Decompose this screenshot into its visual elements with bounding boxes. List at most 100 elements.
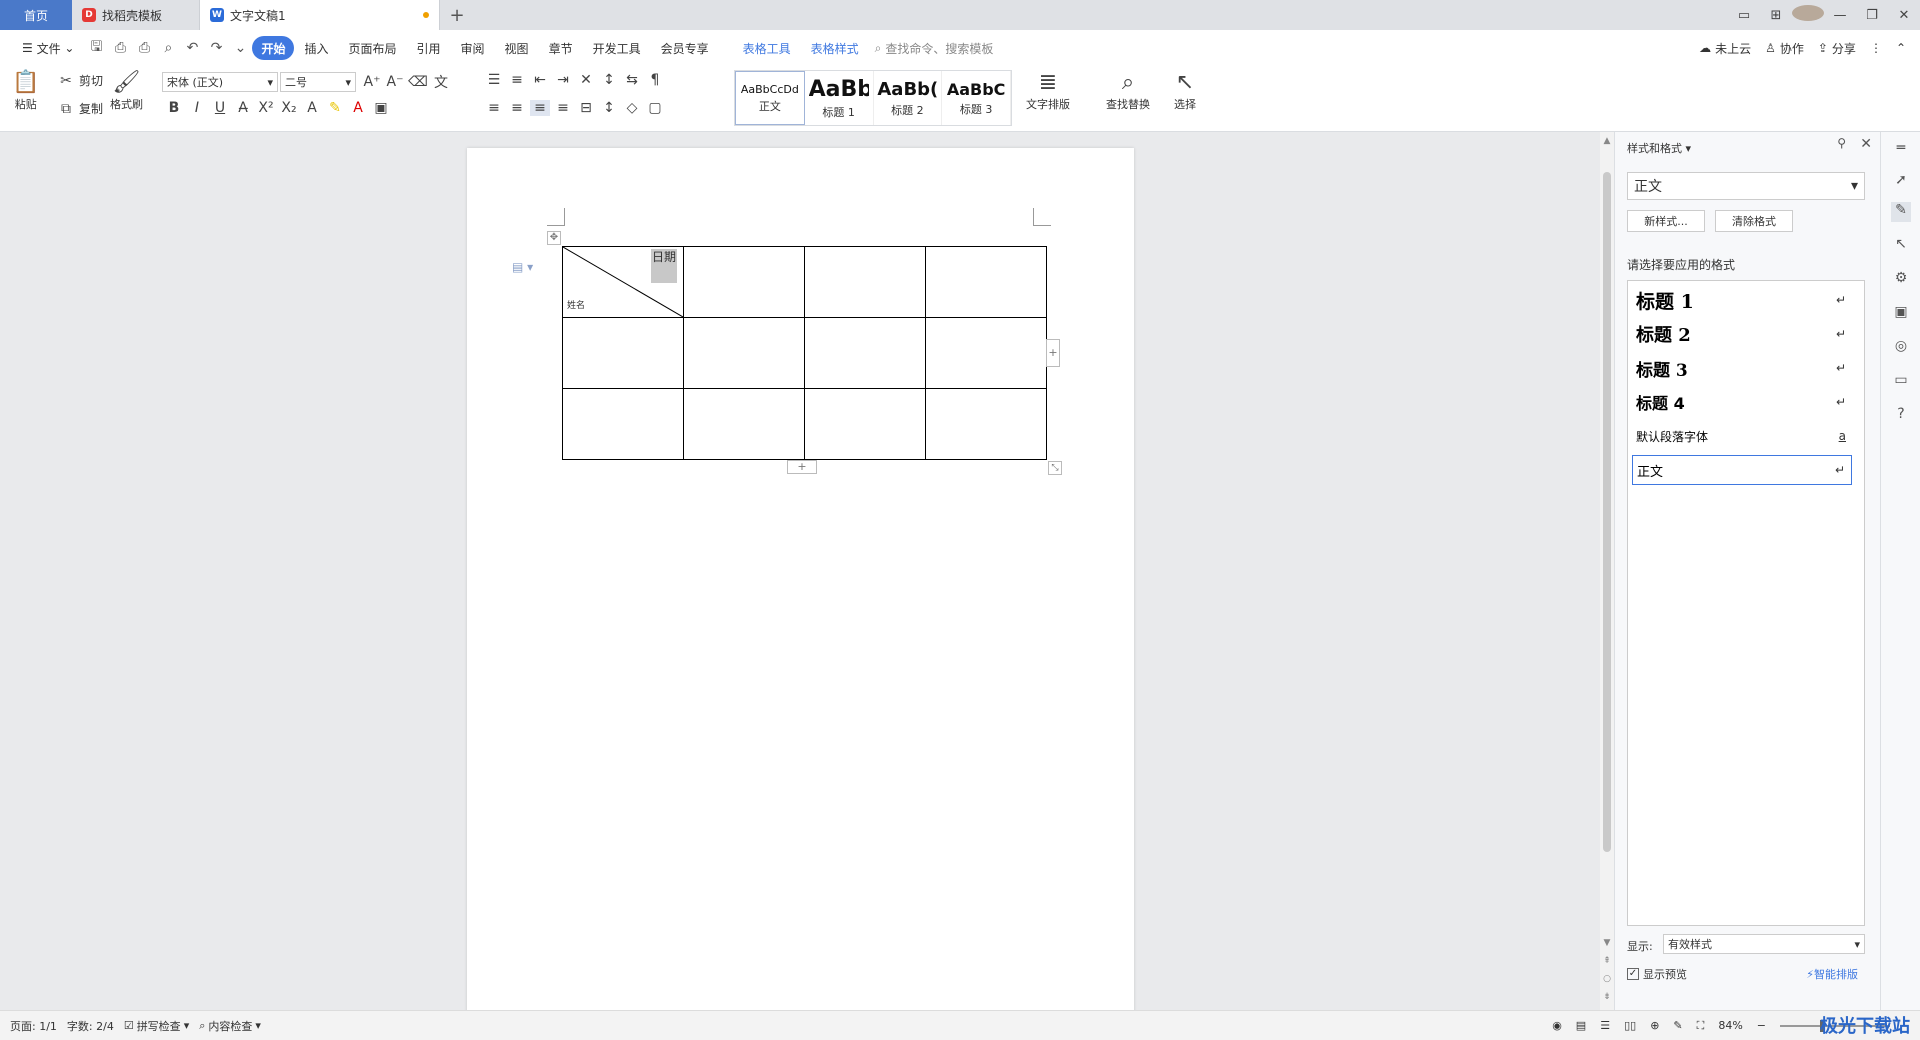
select-browse-icon[interactable]: ○ bbox=[1600, 974, 1614, 984]
scroll-down-icon[interactable]: ▼ bbox=[1600, 938, 1614, 948]
style-list-item[interactable]: 标题 4 ↵ bbox=[1632, 387, 1852, 417]
border-icon[interactable]: ▢ bbox=[645, 100, 665, 116]
prev-page-icon[interactable]: ⇞ bbox=[1600, 956, 1614, 966]
zoom-level[interactable]: 84% bbox=[1718, 1019, 1742, 1032]
style-pen-icon[interactable]: ✎ bbox=[1891, 202, 1911, 222]
table-cell[interactable] bbox=[804, 246, 926, 318]
style-heading-2[interactable]: AaBb( 标题 2 bbox=[874, 71, 943, 125]
grow-font-icon[interactable]: A⁺ bbox=[362, 74, 382, 90]
table-resize-handle[interactable]: ⤡ bbox=[1048, 461, 1062, 475]
write-view-icon[interactable]: ✎ bbox=[1673, 1019, 1682, 1032]
strikethrough-icon[interactable]: A̶ bbox=[233, 100, 253, 116]
pinyin-icon[interactable]: 文 bbox=[431, 72, 451, 92]
highlight-icon[interactable]: ✎ bbox=[325, 100, 345, 116]
read-view-icon[interactable]: ▯▯ bbox=[1624, 1019, 1636, 1032]
tab-view[interactable]: 视图 bbox=[495, 36, 539, 60]
add-column-button[interactable]: + bbox=[1046, 339, 1060, 367]
tab-review[interactable]: 审阅 bbox=[451, 36, 495, 60]
clear-format-icon[interactable]: ⌫ bbox=[408, 74, 428, 90]
subscript-icon[interactable]: X₂ bbox=[279, 100, 299, 116]
book-icon[interactable]: ▭ bbox=[1891, 372, 1911, 392]
table-cell[interactable] bbox=[925, 246, 1047, 318]
tab-home[interactable]: 首页 bbox=[0, 0, 72, 30]
avatar[interactable] bbox=[1792, 5, 1824, 25]
table-cell[interactable] bbox=[683, 388, 805, 460]
underline-icon[interactable]: U bbox=[210, 100, 230, 116]
paste-button[interactable]: 📋 粘贴 bbox=[12, 70, 39, 112]
save-icon[interactable]: 🖫 bbox=[84, 36, 108, 60]
font-name-select[interactable]: 宋体 (正文) ▾ bbox=[162, 72, 278, 92]
increase-indent-icon[interactable]: ⇥ bbox=[553, 72, 573, 88]
tab-references[interactable]: 引用 bbox=[407, 36, 451, 60]
cut-button[interactable]: ✂ 剪切 bbox=[56, 72, 103, 89]
table-cell[interactable] bbox=[683, 317, 805, 389]
table-cell[interactable] bbox=[683, 246, 805, 318]
customize-icon[interactable]: ⌄ bbox=[228, 36, 252, 60]
select-cursor-icon[interactable]: ↖ bbox=[1891, 236, 1911, 256]
style-heading-1[interactable]: AaBb 标题 1 bbox=[805, 71, 874, 125]
table-cell[interactable] bbox=[925, 388, 1047, 460]
paragraph-handle-icon[interactable]: ▤ ▾ bbox=[512, 260, 533, 274]
style-list-item[interactable]: 标题 3 ↵ bbox=[1632, 353, 1852, 383]
collapse-icon[interactable]: ═ bbox=[1891, 140, 1911, 160]
current-style-select[interactable]: 正文 ▾ bbox=[1627, 172, 1865, 200]
table-cell[interactable] bbox=[562, 317, 684, 389]
tab-page-layout[interactable]: 页面布局 bbox=[339, 36, 407, 60]
new-tab-button[interactable]: + bbox=[440, 0, 474, 30]
italic-icon[interactable]: I bbox=[187, 100, 207, 116]
superscript-icon[interactable]: X² bbox=[256, 100, 276, 116]
outline-view-icon[interactable]: ☰ bbox=[1600, 1019, 1610, 1032]
style-list-item[interactable]: 标题 1 ↵ bbox=[1632, 285, 1852, 315]
bold-icon[interactable]: B bbox=[164, 100, 184, 116]
align-center-icon[interactable]: ≡ bbox=[507, 100, 527, 116]
bullet-list-icon[interactable]: ☰ bbox=[484, 72, 504, 88]
new-style-button[interactable]: 新样式... bbox=[1627, 210, 1705, 232]
style-list-item[interactable]: 默认段落字体 a bbox=[1632, 421, 1852, 451]
show-marks-icon[interactable]: ¶ bbox=[645, 72, 665, 88]
page[interactable]: ▤ ▾ ✥ 日期 姓名 + + ⤡ bbox=[467, 148, 1134, 1010]
tab-chapter[interactable]: 章节 bbox=[539, 36, 583, 60]
cloud-status[interactable]: ☁ 未上云 bbox=[1699, 40, 1751, 57]
table-cell[interactable] bbox=[804, 317, 926, 389]
find-replace-button[interactable]: ⌕ 查找替换 bbox=[1106, 70, 1150, 112]
align-left-icon[interactable]: ≡ bbox=[484, 100, 504, 116]
sort-icon[interactable]: ↕ bbox=[599, 72, 619, 88]
rocket-icon[interactable]: ➚ bbox=[1891, 172, 1911, 192]
scroll-thumb[interactable] bbox=[1603, 172, 1611, 852]
chinese-layout-icon[interactable]: ✕ bbox=[576, 72, 596, 88]
next-page-icon[interactable]: ⇟ bbox=[1600, 992, 1614, 1002]
style-normal[interactable]: AaBbCcDd 正文 bbox=[735, 71, 805, 125]
vertical-scrollbar[interactable]: ▲ ▼ ⇞ ○ ⇟ bbox=[1600, 132, 1614, 1010]
undo-icon[interactable]: ↶ bbox=[180, 36, 204, 60]
page-count[interactable]: 页面: 1/1 bbox=[10, 1018, 57, 1034]
command-search[interactable]: ⌕ 查找命令、搜索模板 bbox=[875, 40, 994, 57]
tab-table-tools[interactable]: 表格工具 bbox=[733, 36, 801, 60]
apps-grid-icon[interactable]: ⊞ bbox=[1760, 8, 1792, 23]
style-list-item[interactable]: 标题 2 ↵ bbox=[1632, 319, 1852, 349]
settings-sliders-icon[interactable]: ⚙ bbox=[1891, 270, 1911, 290]
minimize-button[interactable]: — bbox=[1824, 8, 1856, 23]
collab-button[interactable]: ♙ 协作 bbox=[1765, 40, 1804, 57]
eye-icon[interactable]: ◉ bbox=[1552, 1019, 1562, 1032]
word-count[interactable]: 字数: 2/4 bbox=[67, 1018, 114, 1034]
font-color-icon[interactable]: A bbox=[348, 100, 368, 116]
pin-icon[interactable]: ⚲ bbox=[1837, 136, 1846, 150]
tab-developer[interactable]: 开发工具 bbox=[583, 36, 651, 60]
char-border-icon[interactable]: ▣ bbox=[371, 100, 391, 116]
share-button[interactable]: ⇪ 分享 bbox=[1818, 40, 1856, 57]
font-size-select[interactable]: 二号 ▾ bbox=[280, 72, 356, 92]
show-select[interactable]: 有效样式 ▾ bbox=[1663, 934, 1865, 954]
style-heading-3[interactable]: AaBbC 标题 3 bbox=[942, 71, 1011, 125]
justify-icon[interactable]: ≡ bbox=[553, 100, 573, 116]
tab-start[interactable]: 开始 bbox=[252, 36, 295, 60]
scroll-up-icon[interactable]: ▲ bbox=[1600, 136, 1614, 146]
zoom-out-icon[interactable]: − bbox=[1757, 1019, 1766, 1032]
tab-document[interactable]: W 文字文稿1 bbox=[200, 0, 440, 30]
text-direction-icon[interactable]: ⇆ bbox=[622, 72, 642, 88]
export-pdf-icon[interactable]: ⎙ bbox=[108, 36, 132, 60]
print-icon[interactable]: ⎙ bbox=[132, 36, 156, 60]
shading-icon[interactable]: ◇ bbox=[622, 100, 642, 116]
image-icon[interactable]: ▣ bbox=[1891, 304, 1911, 324]
more-icon[interactable]: ⋮ bbox=[1870, 41, 1882, 55]
redo-icon[interactable]: ↷ bbox=[204, 36, 228, 60]
